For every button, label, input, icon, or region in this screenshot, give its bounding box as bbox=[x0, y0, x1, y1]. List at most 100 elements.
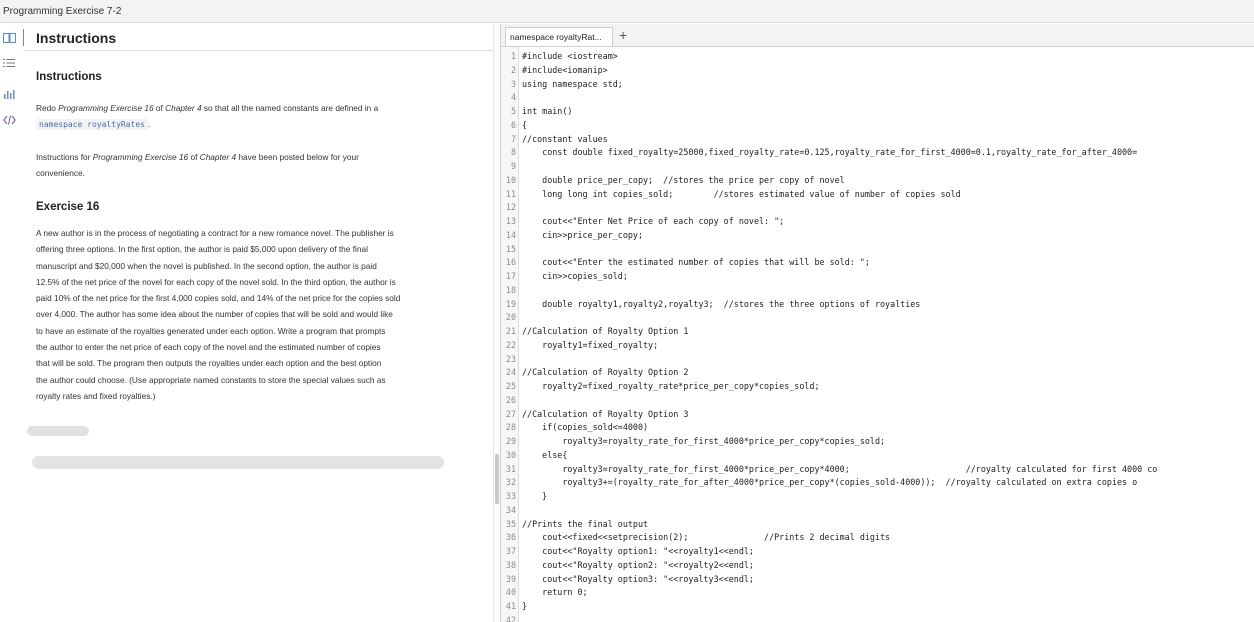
code-line[interactable]: 13 cout<<"Enter Net Price of each copy o… bbox=[501, 215, 1254, 229]
code-line[interactable]: 4 bbox=[501, 91, 1254, 105]
code-line[interactable]: 6{ bbox=[501, 119, 1254, 133]
code-line[interactable]: 1 #include <iostream> bbox=[501, 50, 1254, 64]
code-line[interactable]: 20 bbox=[501, 311, 1254, 325]
line-number: 33 bbox=[505, 491, 516, 502]
line-number: 19 bbox=[505, 298, 516, 309]
line-number: 4 bbox=[510, 92, 516, 103]
code-line[interactable]: 17 cin>>copies_sold; bbox=[501, 270, 1254, 284]
code-line[interactable]: 22 royalty1=fixed_royalty; bbox=[501, 339, 1254, 353]
line-number: 10 bbox=[505, 174, 516, 185]
code-line[interactable]: 34 bbox=[501, 504, 1254, 518]
code-line[interactable]: 23 bbox=[501, 353, 1254, 367]
line-number: 9 bbox=[510, 161, 516, 172]
line-number: 22 bbox=[505, 339, 516, 350]
code-line[interactable]: 16 cout<<"Enter the estimated number of … bbox=[501, 256, 1254, 270]
code-line[interactable]: 10 double price_per_copy; //stores the p… bbox=[501, 174, 1254, 188]
code-line[interactable]: 41} bbox=[501, 600, 1254, 614]
code-text: //Calculation of Royalty Option 2 bbox=[522, 367, 689, 378]
code-editor: namespace royaltyRat... + 1 #include <ios… bbox=[500, 24, 1254, 622]
add-tab-button[interactable]: + bbox=[619, 26, 627, 44]
code-line[interactable]: 19 double royalty1,royalty2,royalty3; //… bbox=[501, 298, 1254, 312]
code-text: else{ bbox=[522, 449, 568, 460]
code-line[interactable]: 24 //Calculation of Royalty Option 2 bbox=[501, 366, 1254, 380]
code-text: { bbox=[522, 119, 528, 130]
code-text: //Calculation of Royalty Option 1 bbox=[522, 326, 689, 337]
code-line[interactable]: 14 cin>>price_per_copy; bbox=[501, 229, 1254, 243]
line-number: 18 bbox=[505, 284, 516, 295]
code-text: cin>>copies_sold; bbox=[522, 271, 628, 282]
instructions-heading: Instructions bbox=[36, 71, 102, 83]
code-line[interactable]: 35 //Prints the final output bbox=[501, 518, 1254, 532]
code-text: long long int copies_sold; //stores esti… bbox=[522, 188, 961, 199]
code-text: } bbox=[522, 601, 528, 612]
code-line[interactable]: 12 bbox=[501, 201, 1254, 215]
code-text: #include <iostream> bbox=[522, 51, 618, 62]
line-number: 17 bbox=[505, 271, 516, 282]
code-line[interactable]: 15 bbox=[501, 243, 1254, 257]
editor-tab-bar: namespace royaltyRat... + bbox=[501, 24, 1254, 47]
code-text: #include<iomanip> bbox=[522, 64, 608, 75]
code-line[interactable]: 5 int main() bbox=[501, 105, 1254, 119]
code-text: if(copies_sold<=4000) bbox=[522, 422, 649, 433]
book-icon[interactable] bbox=[1, 31, 17, 45]
code-line[interactable]: 33 } bbox=[501, 490, 1254, 504]
code-text: return 0; bbox=[522, 587, 588, 598]
code-text: } bbox=[522, 491, 548, 502]
code-text: using namespace std; bbox=[522, 78, 623, 89]
scrollbar-thumb[interactable] bbox=[495, 454, 499, 504]
line-number: 29 bbox=[505, 436, 516, 447]
line-number: 2 bbox=[510, 64, 516, 75]
code-text: cout<<"Enter Net Price of each copy of n… bbox=[522, 216, 785, 227]
window-title: Programming Exercise 7-2 bbox=[3, 6, 122, 17]
code-line[interactable]: 30 else{ bbox=[501, 449, 1254, 463]
code-area[interactable]: 1 #include <iostream> 2 #include<iomanip> 3 u… bbox=[501, 47, 1254, 622]
code-text: //Prints the final output bbox=[522, 518, 649, 529]
code-text: cout<<"Royalty option2: "<<royalty2<<end… bbox=[522, 559, 754, 570]
code-line[interactable]: 21 //Calculation of Royalty Option 1 bbox=[501, 325, 1254, 339]
code-line[interactable]: 26 bbox=[501, 394, 1254, 408]
code-line[interactable]: 9 bbox=[501, 160, 1254, 174]
redacted-content bbox=[27, 426, 89, 436]
code-line[interactable]: 18 bbox=[501, 284, 1254, 298]
redacted-content bbox=[32, 456, 444, 469]
list-icon[interactable] bbox=[1, 56, 17, 70]
sidebar-rail bbox=[0, 24, 19, 622]
code-line[interactable]: 25 royalty2=fixed_royalty_rate*price_per… bbox=[501, 380, 1254, 394]
code-line[interactable]: 37 cout<<"Royalty option1: "<<royalty1<<… bbox=[501, 545, 1254, 559]
instructions-body: Instructions Redo Programming Exercise 1… bbox=[23, 52, 493, 622]
code-text: cout<<"Royalty option3: "<<royalty3<<end… bbox=[522, 573, 754, 584]
file-tab[interactable]: namespace royaltyRat... bbox=[505, 27, 613, 46]
code-line[interactable]: 38 cout<<"Royalty option2: "<<royalty2<<… bbox=[501, 559, 1254, 573]
code-line[interactable]: 3 using namespace std; bbox=[501, 78, 1254, 92]
code-text: royalty3=royalty_rate_for_first_4000*pri… bbox=[522, 436, 886, 447]
code-line[interactable]: 39 cout<<"Royalty option3: "<<royalty3<<… bbox=[501, 573, 1254, 587]
code-text: royalty3+=(royalty_rate_for_after_4000*p… bbox=[522, 477, 1138, 488]
line-number: 23 bbox=[505, 353, 516, 364]
code-line[interactable]: 2 #include<iomanip> bbox=[501, 64, 1254, 78]
code-text: //constant values bbox=[522, 133, 608, 144]
line-number: 42 bbox=[505, 614, 516, 622]
line-number: 35 bbox=[505, 518, 516, 529]
line-number: 39 bbox=[505, 573, 516, 584]
code-line[interactable]: 31 royalty3=royalty_rate_for_first_4000*… bbox=[501, 463, 1254, 477]
code-line[interactable]: 36 cout<<fixed<<setprecision(2); //Print… bbox=[501, 531, 1254, 545]
code-line[interactable]: 32 royalty3+=(royalty_rate_for_after_400… bbox=[501, 476, 1254, 490]
code-line[interactable]: 8 const double fixed_royalty=25000,fixed… bbox=[501, 146, 1254, 160]
code-icon[interactable] bbox=[1, 113, 17, 127]
chart-icon[interactable] bbox=[1, 87, 17, 101]
line-number: 21 bbox=[505, 326, 516, 337]
line-number: 40 bbox=[505, 587, 516, 598]
code-line[interactable]: 40 return 0; bbox=[501, 586, 1254, 600]
line-number: 25 bbox=[505, 381, 516, 392]
code-line[interactable]: 7 //constant values bbox=[501, 133, 1254, 147]
code-line[interactable]: 27 //Calculation of Royalty Option 3 bbox=[501, 408, 1254, 422]
line-number: 38 bbox=[505, 559, 516, 570]
code-text: royalty2=fixed_royalty_rate*price_per_co… bbox=[522, 381, 820, 392]
line-number: 13 bbox=[505, 216, 516, 227]
code-line[interactable]: 42 bbox=[501, 614, 1254, 622]
code-line[interactable]: 11 long long int copies_sold; //stores e… bbox=[501, 188, 1254, 202]
code-line[interactable]: 28 if(copies_sold<=4000) bbox=[501, 421, 1254, 435]
code-line[interactable]: 29 royalty3=royalty_rate_for_first_4000*… bbox=[501, 435, 1254, 449]
line-number: 16 bbox=[505, 257, 516, 268]
code-text: double royalty1,royalty2,royalty3; //sto… bbox=[522, 298, 921, 309]
